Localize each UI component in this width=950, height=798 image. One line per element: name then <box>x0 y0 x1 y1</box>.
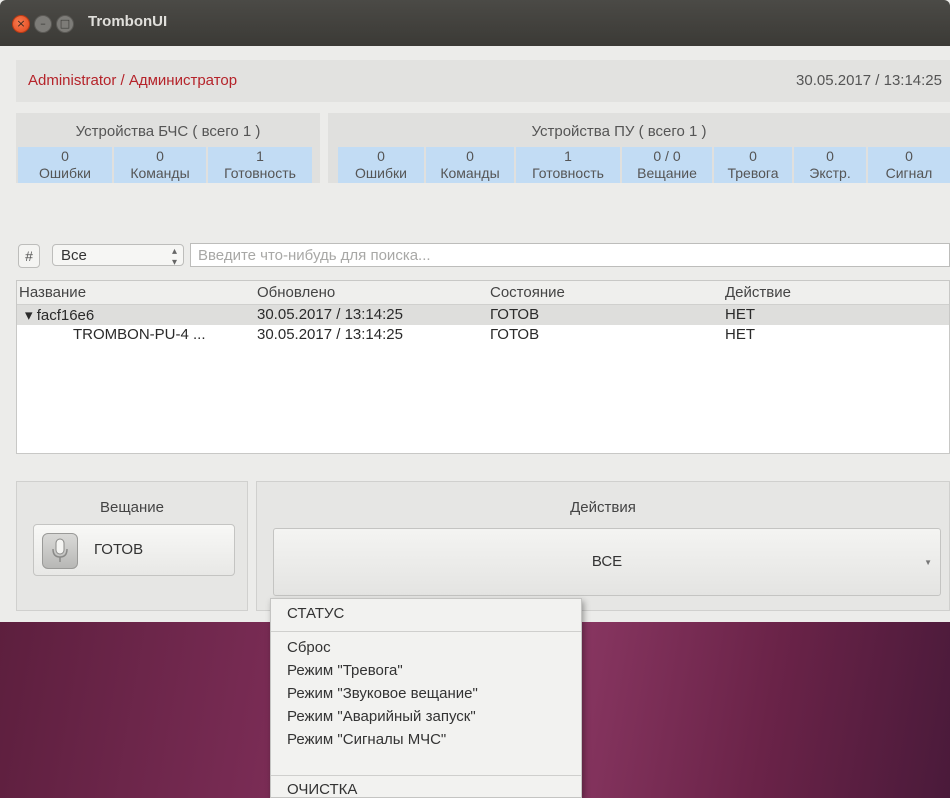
pu-stat-ready[interactable]: 1 Готовность <box>516 147 620 183</box>
stat-label: Команды <box>440 165 500 181</box>
current-user: Administrator / Администратор <box>28 72 238 89</box>
table-row[interactable]: TROMBON-PU-4 ... 30.05.2017 / 13:14:25 Г… <box>17 325 949 345</box>
bchs-stat-ready[interactable]: 1 Готовность <box>208 147 312 183</box>
column-header-action[interactable]: Действие <box>725 284 791 301</box>
app-window: × – □ TrombonUI Administrator / Админист… <box>0 0 950 622</box>
user-bar: Administrator / Администратор 30.05.2017… <box>16 60 950 102</box>
stat-value: 0 <box>466 148 474 164</box>
pu-devices-group: Устройства ПУ ( всего 1 ) 0 Ошибки 0 Ком… <box>328 113 950 183</box>
bchs-stat-commands[interactable]: 0 Команды <box>114 147 206 183</box>
microphone-icon <box>42 533 78 569</box>
bchs-stat-errors[interactable]: 0 Ошибки <box>18 147 112 183</box>
cell-action: НЕТ <box>725 306 755 323</box>
menu-item-reset[interactable]: Сброс <box>287 639 331 656</box>
stat-value: 0 <box>156 148 164 164</box>
menu-item-status[interactable]: СТАТУС <box>287 605 344 622</box>
minimize-icon: – <box>40 17 46 30</box>
stat-value: 0 / 0 <box>653 148 681 164</box>
table-row[interactable]: ▾ facf16e6 30.05.2017 / 13:14:25 ГОТОВ Н… <box>17 305 949 325</box>
stat-value: 0 <box>826 148 834 164</box>
menu-item-alarm-mode[interactable]: Режим "Тревога" <box>287 662 403 679</box>
menu-item-broadcast-mode[interactable]: Режим "Звуковое вещание" <box>287 685 478 702</box>
cell-state: ГОТОВ <box>490 326 540 343</box>
devices-table: Название Обновлено Состояние Действие ▾ … <box>16 280 950 454</box>
cell-name: TROMBON-PU-4 ... <box>73 326 206 343</box>
cell-updated: 30.05.2017 / 13:14:25 <box>257 306 403 323</box>
broadcast-title: Вещание <box>99 499 165 516</box>
stat-label: Сигнал <box>885 165 933 181</box>
pu-stat-signal[interactable]: 0 Сигнал <box>868 147 950 183</box>
window-title: TrombonUI <box>88 13 168 30</box>
close-window-button[interactable]: × <box>12 15 30 33</box>
actions-selected: ВСЕ <box>591 553 623 570</box>
search-input[interactable] <box>190 243 950 267</box>
actions-dropdown[interactable]: ВСЕ ▼ <box>273 528 941 596</box>
menu-separator <box>271 775 581 776</box>
column-header-updated[interactable]: Обновлено <box>257 284 335 301</box>
cell-name: ▾ facf16e6 <box>25 307 95 324</box>
title-bar[interactable]: × – □ TrombonUI <box>0 0 950 46</box>
pu-stat-errors[interactable]: 0 Ошибки <box>338 147 424 183</box>
cell-updated: 30.05.2017 / 13:14:25 <box>257 326 403 343</box>
filter-row: # Все ▴ ▾ <box>18 243 950 269</box>
stat-label: Готовность <box>532 165 604 181</box>
menu-item-mchs-signals-mode[interactable]: Режим "Сигналы МЧС" <box>287 731 446 748</box>
stat-label: Вещание <box>637 165 697 181</box>
chevron-down-icon: ▼ <box>924 558 932 567</box>
broadcast-panel: Вещание ГОТОВ <box>16 481 248 611</box>
close-icon: × <box>16 17 26 30</box>
cell-state: ГОТОВ <box>490 306 540 323</box>
stat-value: 0 <box>61 148 69 164</box>
menu-separator <box>271 631 581 632</box>
pu-stat-commands[interactable]: 0 Команды <box>426 147 514 183</box>
filter-combo-value: Все <box>61 247 87 264</box>
pu-stat-emergency[interactable]: 0 Экстр. <box>794 147 866 183</box>
current-datetime: 30.05.2017 / 13:14:25 <box>796 72 942 89</box>
stat-label: Команды <box>130 165 190 181</box>
pu-stat-alarm[interactable]: 0 Тревога <box>714 147 792 183</box>
stat-label: Экстр. <box>809 165 851 181</box>
stat-label: Готовность <box>224 165 296 181</box>
stat-value: 1 <box>564 148 572 164</box>
maximize-icon: □ <box>59 17 71 30</box>
stat-value: 1 <box>256 148 264 164</box>
stat-label: Тревога <box>727 165 779 181</box>
broadcast-status: ГОТОВ <box>94 541 144 558</box>
table-header: Название Обновлено Состояние Действие <box>17 281 949 305</box>
filter-combo[interactable]: Все ▴ ▾ <box>52 244 184 268</box>
column-header-state[interactable]: Состояние <box>490 284 565 301</box>
bchs-devices-group: Устройства БЧС ( всего 1 ) 0 Ошибки 0 Ко… <box>16 113 320 183</box>
stat-value: 0 <box>749 148 757 164</box>
actions-panel: Действия ВСЕ ▼ <box>256 481 950 611</box>
minimize-window-button[interactable]: – <box>34 15 52 33</box>
column-header-name[interactable]: Название <box>19 284 86 301</box>
stat-value: 0 <box>905 148 913 164</box>
stat-value: 0 <box>377 148 385 164</box>
cell-action: НЕТ <box>725 326 755 343</box>
pu-stat-broadcast[interactable]: 0 / 0 Вещание <box>622 147 712 183</box>
actions-menu: СТАТУС Сброс Режим "Тревога" Режим "Звук… <box>270 598 582 798</box>
maximize-window-button[interactable]: □ <box>56 15 74 33</box>
broadcast-button[interactable]: ГОТОВ <box>33 524 235 576</box>
stat-label: Ошибки <box>39 165 91 181</box>
stat-label: Ошибки <box>355 165 407 181</box>
up-down-arrows-icon: ▴ ▾ <box>171 246 177 268</box>
menu-item-emergency-mode[interactable]: Режим "Аварийный запуск" <box>287 708 476 725</box>
actions-title: Действия <box>570 499 636 516</box>
pu-group-title: Устройства ПУ ( всего 1 ) <box>531 123 707 140</box>
menu-item-clear[interactable]: ОЧИСТКА <box>287 781 357 798</box>
hash-toggle-button[interactable]: # <box>18 244 40 268</box>
bchs-group-title: Устройства БЧС ( всего 1 ) <box>75 123 261 140</box>
